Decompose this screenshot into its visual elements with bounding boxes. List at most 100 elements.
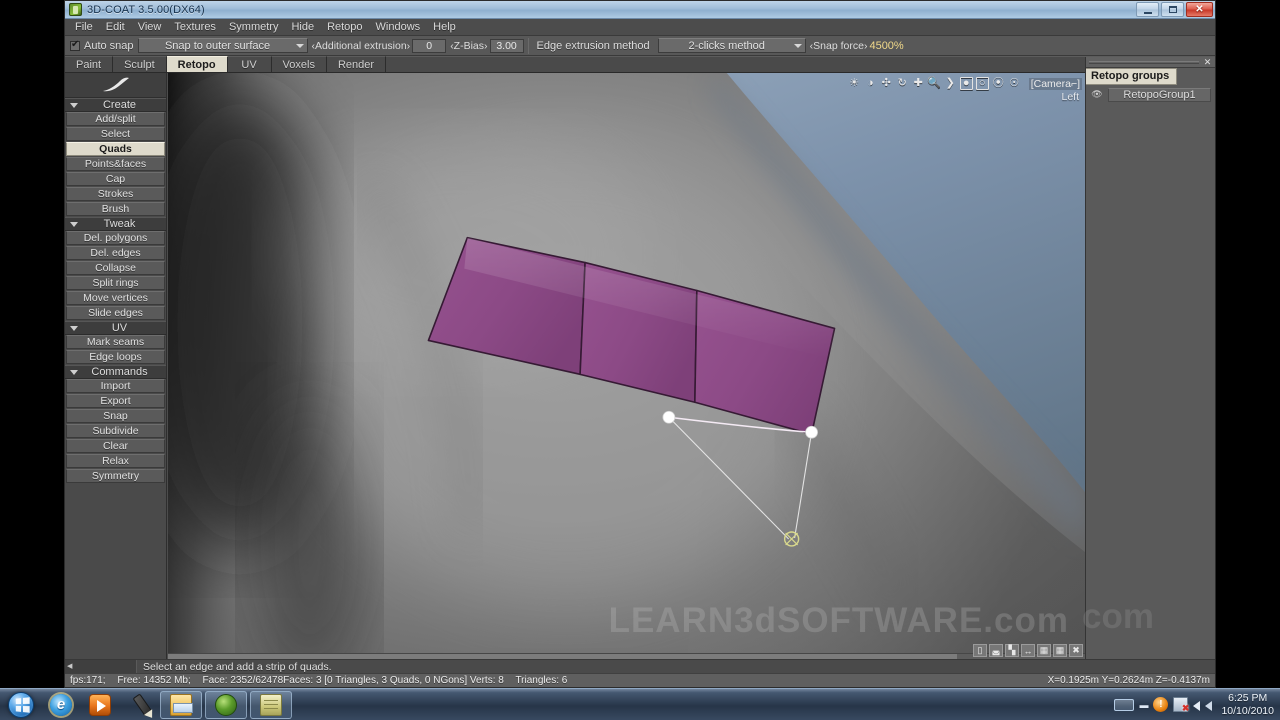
globe-icon[interactable]: ☉ — [1008, 77, 1021, 90]
tool-mark-seams[interactable]: Mark seams — [66, 335, 165, 349]
title-bar: 3D-COAT 3.5.00(DX64) ✕ — [65, 1, 1215, 19]
menu-item-symmetry[interactable]: Symmetry — [223, 19, 285, 35]
volume-mixer-icon[interactable] — [1205, 701, 1213, 711]
menu-item-file[interactable]: File — [69, 19, 99, 35]
tool-move-vertices[interactable]: Move vertices — [66, 291, 165, 305]
start-button[interactable] — [2, 690, 40, 720]
eye-icon[interactable]: 👁 — [1090, 89, 1104, 101]
taskbar-window-notes[interactable] — [250, 690, 292, 719]
z-bias-value[interactable]: 3.00 — [489, 38, 524, 53]
undo-rotate-icon[interactable]: ↻ — [896, 77, 909, 90]
taskbar-window-explorer[interactable] — [160, 690, 202, 719]
auto-snap-checkbox[interactable]: Auto snap — [68, 39, 134, 52]
close-view-icon[interactable]: ✖ — [1069, 644, 1083, 657]
z-bias-field[interactable]: ‹Z-Bias› 3.00 — [450, 38, 524, 53]
viewport-horizontal-scrollbar[interactable] — [168, 653, 1085, 659]
taskbar-media-player[interactable] — [82, 691, 118, 719]
network-icon[interactable] — [1173, 697, 1189, 714]
menu-item-textures[interactable]: Textures — [168, 19, 222, 35]
tool-strokes[interactable]: Strokes — [66, 187, 165, 201]
menu-item-retopo[interactable]: Retopo — [321, 19, 368, 35]
chevron-down-icon — [70, 369, 78, 375]
camera-square-icon[interactable]: ○ — [975, 77, 989, 90]
scrollbar-thumb[interactable] — [168, 654, 957, 659]
show-hidden-icons-icon[interactable] — [1114, 698, 1135, 711]
pivot-icon[interactable]: ⦿ — [992, 77, 1005, 90]
chart-icon[interactable]: ▚ — [1005, 644, 1019, 657]
tool-symmetry[interactable]: Symmetry — [66, 469, 165, 483]
panel-drag-handle[interactable]: ✕ — [1086, 57, 1215, 68]
snap-force-label: ‹Snap force› — [809, 39, 868, 52]
tool-import[interactable]: Import — [66, 379, 165, 393]
volume-icon[interactable] — [1193, 701, 1201, 711]
tab-uv[interactable]: UV — [227, 56, 272, 72]
tool-brush[interactable]: Brush — [66, 202, 165, 216]
retopo-group-name[interactable]: RetopoGroup1 — [1108, 87, 1211, 102]
menu-item-windows[interactable]: Windows — [370, 19, 427, 35]
close-button[interactable]: ✕ — [1186, 2, 1213, 17]
tab-sculpt[interactable]: Sculpt — [113, 56, 167, 72]
taskbar-pen-tablet[interactable] — [121, 691, 157, 719]
tool-del-polygons[interactable]: Del. polygons — [66, 231, 165, 245]
panel-resize-grip[interactable] — [65, 660, 137, 673]
tool-relax[interactable]: Relax — [66, 454, 165, 468]
grid-icon[interactable]: ▦ — [1037, 644, 1051, 657]
group-header-tweak[interactable]: Tweak — [65, 217, 166, 231]
tool-export[interactable]: Export — [66, 394, 165, 408]
tool-slide-edges[interactable]: Slide edges — [66, 306, 165, 320]
zoom-icon[interactable]: 🔍 — [927, 77, 941, 90]
maximize-button[interactable] — [1161, 2, 1184, 17]
clock[interactable]: 6:25 PM 10/10/2010 — [1217, 692, 1274, 718]
tab-render[interactable]: Render — [326, 56, 387, 72]
tab-paint[interactable]: Paint — [65, 56, 114, 72]
render-square-icon[interactable]: ● — [959, 77, 973, 90]
3d-viewport[interactable]: ☀ ◑ ✣ ↻ ✚ 🔍 ❯ ● ○ ⦿ ☉ [Camera⌐] Left LEA… — [168, 73, 1085, 659]
additional-extrusion-value[interactable]: 0 — [412, 38, 447, 53]
tool-snap[interactable]: Snap — [66, 409, 165, 423]
tool-add-split[interactable]: Add/split — [66, 112, 165, 126]
tool-edge-loops[interactable]: Edge loops — [66, 350, 165, 364]
tab-voxels[interactable]: Voxels — [271, 56, 327, 72]
delete-view-icon[interactable]: ◛ — [989, 644, 1003, 657]
contrast-icon[interactable]: ◑ — [864, 77, 877, 90]
group-header-commands[interactable]: Commands — [65, 365, 166, 379]
tool-cap[interactable]: Cap — [66, 172, 165, 186]
menu-item-edit[interactable]: Edit — [100, 19, 131, 35]
edge-extrusion-method-dropdown[interactable]: 2-clicks method — [657, 38, 806, 53]
taskbar-internet-explorer[interactable] — [43, 691, 79, 719]
action-center-icon[interactable] — [1153, 697, 1169, 712]
play-icon[interactable]: ❯ — [944, 77, 957, 90]
clock-time: 6:25 PM — [1228, 691, 1268, 704]
tool-split-rings[interactable]: Split rings — [66, 276, 165, 290]
tab-retopo[interactable]: Retopo — [166, 56, 228, 72]
save-view-icon[interactable]: ▯ — [973, 644, 987, 657]
camera-label[interactable]: [Camera⌐] — [1028, 77, 1082, 90]
move-icon[interactable]: ✚ — [912, 77, 925, 90]
tool-points-faces[interactable]: Points&faces — [66, 157, 165, 171]
group-header-uv[interactable]: UV — [65, 321, 166, 335]
tool-collapse[interactable]: Collapse — [66, 261, 165, 275]
tray-expand-icon[interactable]: ▬ — [1139, 700, 1148, 710]
wireframe-icon[interactable]: ✣ — [880, 77, 893, 90]
viewport-render[interactable] — [168, 73, 1085, 659]
tool-select[interactable]: Select — [66, 127, 165, 141]
tool-quads[interactable]: Quads — [66, 142, 165, 156]
taskbar-window-3dcoat[interactable] — [205, 690, 247, 719]
menu-item-hide[interactable]: Hide — [285, 19, 320, 35]
tool-del-edges[interactable]: Del. edges — [66, 246, 165, 260]
tool-subdivide[interactable]: Subdivide — [66, 424, 165, 438]
additional-extrusion-field[interactable]: ‹Additional extrusion› 0 — [312, 38, 447, 53]
menu-item-view[interactable]: View — [132, 19, 168, 35]
menu-item-help[interactable]: Help — [427, 19, 462, 35]
tool-clear[interactable]: Clear — [66, 439, 165, 453]
screen-icon[interactable]: ▦ — [1053, 644, 1067, 657]
snap-mode-dropdown[interactable]: Snap to outer surface — [137, 38, 308, 53]
light-icon[interactable]: ☀ — [848, 77, 861, 90]
panel-close-icon[interactable]: ✕ — [1202, 57, 1213, 67]
snap-force-value[interactable]: 4500% — [869, 40, 903, 52]
minimize-button[interactable] — [1136, 2, 1159, 17]
snap-force-field[interactable]: ‹Snap force› 4500% — [810, 40, 904, 52]
swap-icon[interactable]: ↔ — [1021, 644, 1035, 657]
list-item[interactable]: 👁 RetopoGroup1 — [1090, 87, 1211, 102]
group-header-create[interactable]: Create — [65, 98, 166, 112]
